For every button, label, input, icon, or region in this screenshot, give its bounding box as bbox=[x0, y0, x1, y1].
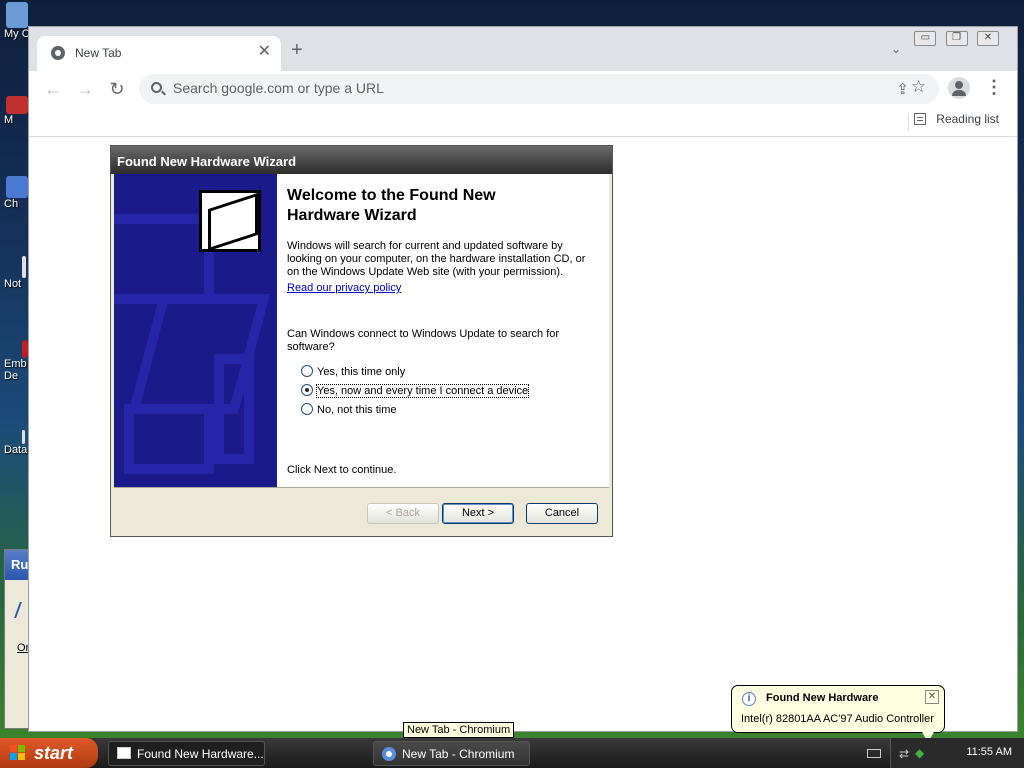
chromium-favicon-icon bbox=[51, 46, 65, 60]
wizard-heading: Welcome to the Found New Hardware Wizard bbox=[287, 187, 496, 224]
next-button[interactable]: Next > bbox=[442, 503, 514, 524]
search-icon bbox=[151, 82, 162, 93]
start-label: start bbox=[34, 743, 74, 763]
hardware-card-icon bbox=[199, 190, 261, 252]
system-tray: ⇄ ◆ 11:55 AM bbox=[867, 738, 1024, 768]
desktop-icon-label: Not bbox=[4, 278, 22, 290]
balloon-title: Found New Hardware bbox=[766, 692, 879, 704]
reading-list-label: Reading list bbox=[936, 112, 999, 126]
taskbar: start Found New Hardware... New Tab - Ch… bbox=[0, 738, 1024, 768]
desktop-icon-label: M bbox=[4, 114, 14, 126]
omnibox[interactable]: Search google.com or type a URL ⇪ bbox=[139, 74, 939, 104]
tab-strip: New Tab ✕ + ⌄ ▭ ❐ ✕ bbox=[29, 27, 1017, 71]
omnibox-input[interactable]: Search google.com or type a URL bbox=[173, 80, 384, 96]
privacy-policy-link[interactable]: Read our privacy policy bbox=[287, 282, 401, 294]
tab-new-tab[interactable]: New Tab ✕ bbox=[37, 36, 281, 71]
window-icon bbox=[117, 747, 131, 759]
wizard-continue-text: Click Next to continue. bbox=[287, 464, 397, 476]
network-icon[interactable]: ⇄ bbox=[899, 747, 909, 761]
radio-yes-every-time[interactable]: Yes, now and every time I connect a devi… bbox=[301, 384, 530, 398]
back-wizard-button: < Back bbox=[367, 503, 439, 524]
radio-no-not-this-time[interactable]: No, not this time bbox=[301, 403, 396, 416]
desktop-icon-label: Data bbox=[4, 444, 28, 456]
wizard-intro-text: Windows will search for current and upda… bbox=[287, 240, 586, 278]
desktop-icon-label: Ch bbox=[4, 198, 19, 210]
info-icon: i bbox=[742, 692, 756, 706]
chrome-icon bbox=[6, 176, 28, 198]
chromium-icon bbox=[382, 747, 396, 761]
taskbar-button-label: New Tab - Chromium bbox=[402, 747, 515, 761]
wizard-content: Welcome to the Found New Hardware Wizard… bbox=[277, 174, 609, 487]
bookmarks-bar: Reading list bbox=[29, 107, 1017, 137]
radio-button[interactable] bbox=[301, 365, 313, 377]
cancel-button[interactable]: Cancel bbox=[526, 503, 598, 524]
radio-yes-this-time[interactable]: Yes, this time only bbox=[301, 365, 405, 378]
keyboard-icon[interactable] bbox=[867, 749, 881, 758]
restore-button[interactable]: ❐ bbox=[945, 31, 968, 46]
back-button[interactable]: ← bbox=[41, 77, 65, 101]
notepad-icon bbox=[22, 256, 26, 278]
taskbar-button-wizard[interactable]: Found New Hardware... bbox=[108, 741, 265, 766]
clock[interactable]: 11:55 AM bbox=[966, 746, 1012, 758]
wizard-title: Found New Hardware Wizard bbox=[111, 146, 612, 174]
taskbar-button-chromium[interactable]: New Tab - Chromium bbox=[373, 741, 530, 766]
start-button[interactable]: start bbox=[0, 738, 98, 768]
reading-list-button[interactable]: Reading list bbox=[914, 112, 999, 126]
wizard-separator bbox=[114, 487, 609, 488]
balloon-text: Intel(r) 82801AA AC'97 Audio Controller bbox=[741, 713, 934, 725]
found-new-hardware-balloon[interactable]: i Found New Hardware Intel(r) 82801AA AC… bbox=[731, 685, 945, 742]
new-tab-button[interactable]: + bbox=[291, 40, 303, 60]
desktop-icon-label: Emb De bbox=[4, 358, 27, 382]
reload-button[interactable]: ↻ bbox=[105, 77, 129, 101]
bookmark-star-icon[interactable]: ☆ bbox=[911, 77, 926, 97]
app-icon bbox=[6, 96, 28, 114]
desktop-icon-label: My C bbox=[4, 28, 30, 40]
reading-list-icon bbox=[914, 113, 927, 125]
browser-toolbar: ← → ↻ Search google.com or type a URL ⇪ … bbox=[29, 71, 1017, 107]
hardware-tray-icon[interactable]: ◆ bbox=[915, 746, 924, 760]
windows-logo-icon bbox=[10, 745, 26, 761]
tab-title: New Tab bbox=[75, 46, 122, 60]
browser-menu-button[interactable]: ⋮ bbox=[985, 77, 1003, 97]
forward-button[interactable]: → bbox=[73, 77, 97, 101]
radio-label: No, not this time bbox=[317, 404, 397, 416]
radio-label: Yes, now and every time I connect a devi… bbox=[315, 384, 530, 398]
radio-label: Yes, this time only bbox=[317, 366, 406, 378]
share-icon[interactable]: ⇪ bbox=[896, 80, 909, 98]
taskbar-tooltip: New Tab - Chromium bbox=[403, 722, 515, 738]
profile-avatar-button[interactable] bbox=[948, 77, 970, 99]
radio-button-checked[interactable] bbox=[301, 384, 313, 396]
data-icon bbox=[22, 430, 25, 444]
radio-button[interactable] bbox=[301, 403, 313, 415]
minimize-button[interactable]: ▭ bbox=[914, 31, 937, 46]
wizard-side-panel bbox=[114, 174, 277, 487]
computer-icon bbox=[6, 2, 28, 28]
window-controls: ▭ ❐ ✕ bbox=[908, 29, 999, 46]
found-new-hardware-wizard: Found New Hardware Wizard Welcome to the… bbox=[110, 145, 613, 537]
taskbar-button-label: Found New Hardware... bbox=[137, 747, 264, 761]
balloon-close-icon[interactable]: ✕ bbox=[925, 690, 939, 704]
wizard-question: Can Windows connect to Windows Update to… bbox=[287, 328, 560, 353]
tab-close-icon[interactable]: ✕ bbox=[258, 43, 271, 61]
divider bbox=[908, 113, 909, 131]
close-window-button[interactable]: ✕ bbox=[977, 31, 999, 46]
tab-search-chevron-icon[interactable]: ⌄ bbox=[891, 42, 901, 56]
